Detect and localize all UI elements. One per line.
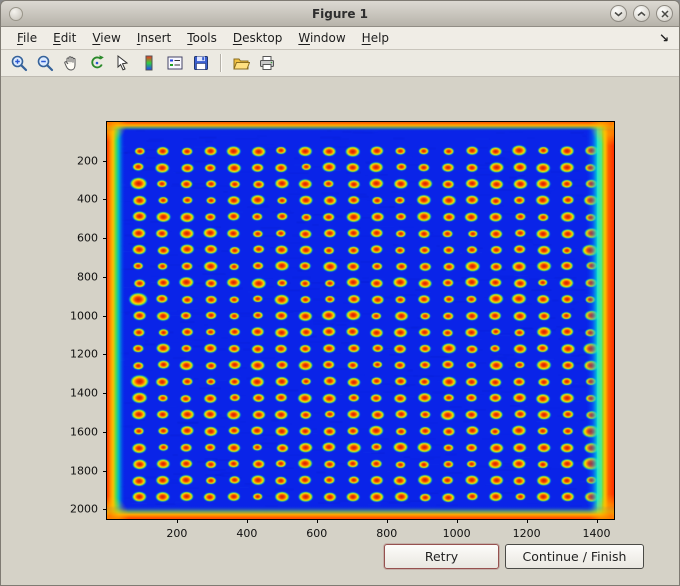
y-tick-label: 1400 [70,387,98,400]
pan-icon[interactable] [59,51,83,75]
y-tick-mark [103,199,107,200]
x-tick-mark [527,519,528,523]
x-tick-mark [247,519,248,523]
rotate-3d-icon[interactable] [85,51,109,75]
window-controls [604,1,673,26]
y-tick-mark [103,238,107,239]
menu-insert[interactable]: Insert [129,29,179,47]
x-tick-label: 400 [236,527,257,540]
menu-desktop[interactable]: Desktop [225,29,291,47]
y-tick-label: 2000 [70,503,98,516]
y-tick-mark [103,393,107,394]
menu-view[interactable]: View [84,29,128,47]
colorbar-icon[interactable] [137,51,161,75]
y-tick-label: 1600 [70,425,98,438]
y-tick-mark [103,354,107,355]
plot-canvas[interactable] [107,122,614,519]
x-tick-mark [177,519,178,523]
open-icon[interactable] [229,51,253,75]
menubar: File Edit View Insert Tools Desktop Window Help… [1,27,679,50]
plot-axes[interactable]: 200 400 600 800 1000 1200 1400 200 400 600 800 1000… [106,121,615,520]
minimize-button[interactable] [610,5,627,22]
close-icon [661,10,669,18]
menu-edit[interactable]: Edit [45,29,84,47]
x-tick-label: 1200 [513,527,541,540]
menu-tools[interactable]: Tools [179,29,225,47]
titlebar: Figure 1 [1,1,679,27]
close-button[interactable] [656,5,673,22]
dock-arrow-icon[interactable]: ↘ [659,31,669,45]
print-icon[interactable] [255,51,279,75]
retry-button[interactable]: Retry [384,544,499,569]
window-title: Figure 1 [1,7,679,21]
menu-help[interactable]: Help [354,29,397,47]
y-tick-mark [103,316,107,317]
x-tick-mark [457,519,458,523]
toolbar-separator [220,54,222,72]
x-tick-mark [317,519,318,523]
x-tick-mark [597,519,598,523]
chevron-down-icon [614,11,623,17]
y-tick-label: 400 [77,193,98,206]
y-tick-mark [103,161,107,162]
figure-content: 200 400 600 800 1000 1200 1400 200 400 600 800 1000… [1,77,679,585]
chevron-up-icon [637,11,646,17]
continue-finish-button[interactable]: Continue / Finish [505,544,644,569]
save-icon[interactable] [189,51,213,75]
y-tick-mark [103,432,107,433]
y-tick-mark [103,277,107,278]
y-tick-label: 1000 [70,309,98,322]
y-tick-label: 1200 [70,348,98,361]
zoom-in-icon[interactable] [7,51,31,75]
menu-file[interactable]: File [9,29,45,47]
toolbar [1,50,679,77]
y-tick-mark [103,471,107,472]
zoom-out-icon[interactable] [33,51,57,75]
x-tick-label: 1000 [443,527,471,540]
x-tick-label: 1400 [583,527,611,540]
menu-window[interactable]: Window [290,29,353,47]
figure-window: Figure 1 File Edit View Insert Tools Desktop W… [0,0,680,586]
maximize-button[interactable] [633,5,650,22]
y-tick-label: 600 [77,232,98,245]
y-tick-label: 200 [77,154,98,167]
x-tick-label: 800 [376,527,397,540]
x-tick-label: 600 [306,527,327,540]
data-cursor-icon[interactable] [111,51,135,75]
insert-legend-icon[interactable] [163,51,187,75]
x-tick-mark [387,519,388,523]
y-tick-mark [103,509,107,510]
x-tick-label: 200 [166,527,187,540]
y-tick-label: 800 [77,270,98,283]
y-tick-label: 1800 [70,464,98,477]
